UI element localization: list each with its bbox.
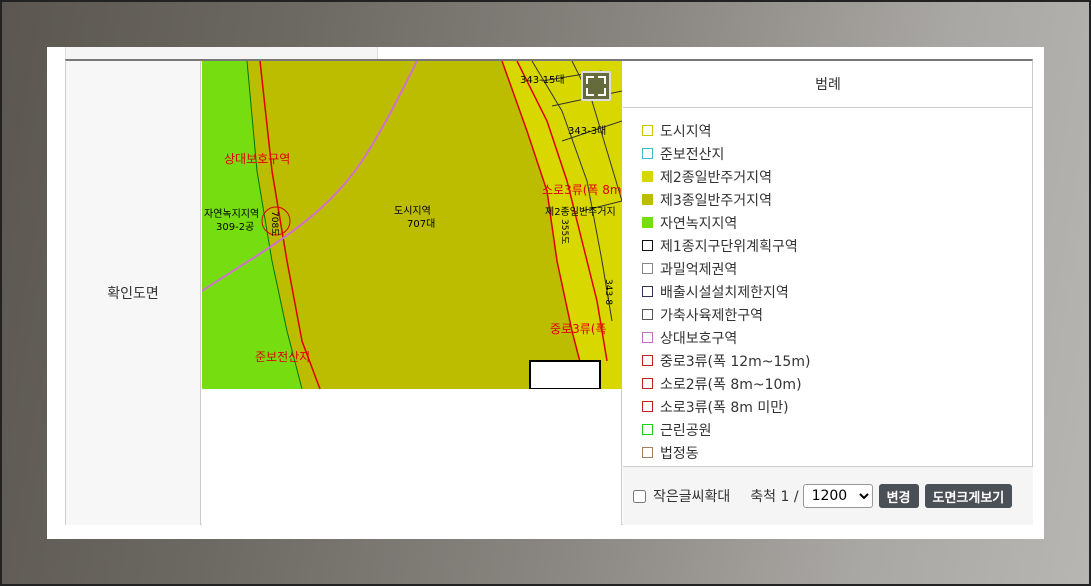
map-label-708: 708도 — [269, 211, 279, 236]
scale-label: 축척 1 / — [750, 489, 799, 505]
legend-item: 소로3류(폭 8m 미만) — [642, 395, 1033, 418]
view-large-map-button[interactable]: 도면크게보기 — [924, 484, 1013, 508]
legend-item-label: 준보전산지 — [660, 146, 725, 163]
legend-item: 법정동 — [642, 441, 1033, 464]
legend-swatch-icon — [642, 355, 653, 366]
map-label-road-mid3: 중로3류(폭 — [550, 322, 606, 336]
legend-item-label: 소로3류(폭 8m 미만) — [660, 399, 789, 416]
legend-list: 도시지역준보전산지제2종일반주거지역제3종일반주거지역자연녹지지역제1종지구단위… — [623, 108, 1033, 464]
enlarge-text-checkbox[interactable] — [633, 489, 646, 503]
legend-item: 제1종지구단위계획구역 — [642, 234, 1033, 257]
legend-item-label: 가축사육제한구역 — [660, 307, 764, 324]
map-table: 확인도면 343-15대 343-3대 상대보호구역 자연녹지지역 309-2공… — [65, 59, 1033, 525]
legend-swatch-icon — [642, 332, 653, 343]
legend-item: 도시지역 — [642, 119, 1033, 142]
building-lot — [529, 360, 601, 389]
row-label: 확인도면 — [66, 61, 201, 525]
map-label-355: 355도 — [559, 219, 569, 244]
legend-swatch-icon — [642, 171, 653, 182]
map-label-343-8: 343-8 — [603, 279, 613, 305]
legend-swatch-icon — [642, 217, 653, 228]
map-cell: 343-15대 343-3대 상대보호구역 자연녹지지역 309-2공 도시지역… — [202, 61, 622, 525]
map-label-quasi-conservation: 준보전산지 — [255, 350, 310, 364]
map-label-road-small3: 소로3류(폭 8m — [542, 183, 622, 197]
legend-item: 배출시설설치제한지역 — [642, 280, 1033, 303]
legend-panel: 범례 도시지역준보전산지제2종일반주거지역제3종일반주거지역자연녹지지역제1종지… — [623, 61, 1033, 525]
map-label-urban: 도시지역 — [394, 205, 431, 217]
legend-swatch-icon — [642, 263, 653, 274]
legend-swatch-icon — [642, 286, 653, 297]
zoning-map-graphic: 343-15대 343-3대 상대보호구역 자연녹지지역 309-2공 도시지역… — [202, 61, 622, 389]
map-label-residential2: 제2종일반주거지 — [545, 206, 616, 218]
legend-item: 가축사육제한구역 — [642, 303, 1033, 326]
map-label-nature-green: 자연녹지지역 — [204, 208, 259, 220]
legend-item: 중로3류(폭 12m~15m) — [642, 349, 1033, 372]
legend-swatch-icon — [642, 148, 653, 159]
legend-item-label: 법정동 — [660, 445, 699, 462]
legend-item: 과밀억제권역 — [642, 257, 1033, 280]
legend-item-label: 중로3류(폭 12m~15m) — [660, 353, 811, 370]
legend-footer: 작은글씨확대 축척 1 / 1200 변경 도면크게보기 — [623, 466, 1033, 525]
legend-item-label: 제1종지구단위계획구역 — [660, 238, 798, 255]
legend-swatch-icon — [642, 447, 653, 458]
map-label-343-15: 343-15대 — [520, 74, 565, 86]
legend-item: 제2종일반주거지역 — [642, 165, 1033, 188]
legend-title: 범례 — [623, 61, 1033, 108]
legend-item-label: 근린공원 — [660, 422, 712, 439]
legend-item: 제3종일반주거지역 — [642, 188, 1033, 211]
legend-item-label: 배출시설설치제한지역 — [660, 284, 789, 301]
legend-item: 자연녹지지역 — [642, 211, 1033, 234]
fullscreen-icon[interactable] — [581, 71, 611, 101]
legend-swatch-icon — [642, 378, 653, 389]
enlarge-text-label[interactable]: 작은글씨확대 — [653, 486, 730, 506]
legend-item: 준보전산지 — [642, 142, 1033, 165]
scale-select[interactable]: 1200 — [802, 484, 873, 508]
legend-item-label: 자연녹지지역 — [660, 215, 738, 232]
content-panel: 확인도면 343-15대 343-3대 상대보호구역 자연녹지지역 309-2공… — [47, 47, 1044, 539]
change-scale-button[interactable]: 변경 — [878, 484, 919, 508]
legend-item-label: 소로2류(폭 8m~10m) — [660, 376, 802, 393]
map-label-707: 707대 — [407, 218, 435, 230]
map-label-343-3: 343-3대 — [568, 125, 606, 137]
map-label-protection: 상대보호구역 — [224, 152, 290, 166]
legend-item-label: 상대보호구역 — [660, 330, 738, 347]
legend-item-label: 제3종일반주거지역 — [660, 192, 772, 209]
legend-item-label: 제2종일반주거지역 — [660, 169, 772, 186]
legend-swatch-icon — [642, 240, 653, 251]
previous-row-cell — [65, 47, 378, 59]
legend-item-label: 과밀억제권역 — [660, 261, 738, 278]
legend-swatch-icon — [642, 401, 653, 412]
legend-swatch-icon — [642, 125, 653, 136]
map-label-309-2: 309-2공 — [216, 221, 254, 233]
legend-swatch-icon — [642, 194, 653, 205]
legend-item: 근린공원 — [642, 418, 1033, 441]
legend-item: 소로2류(폭 8m~10m) — [642, 372, 1033, 395]
legend-item: 상대보호구역 — [642, 326, 1033, 349]
legend-item-label: 도시지역 — [660, 123, 712, 140]
legend-swatch-icon — [642, 424, 653, 435]
zoning-map[interactable]: 343-15대 343-3대 상대보호구역 자연녹지지역 309-2공 도시지역… — [202, 61, 622, 389]
legend-swatch-icon — [642, 309, 653, 320]
